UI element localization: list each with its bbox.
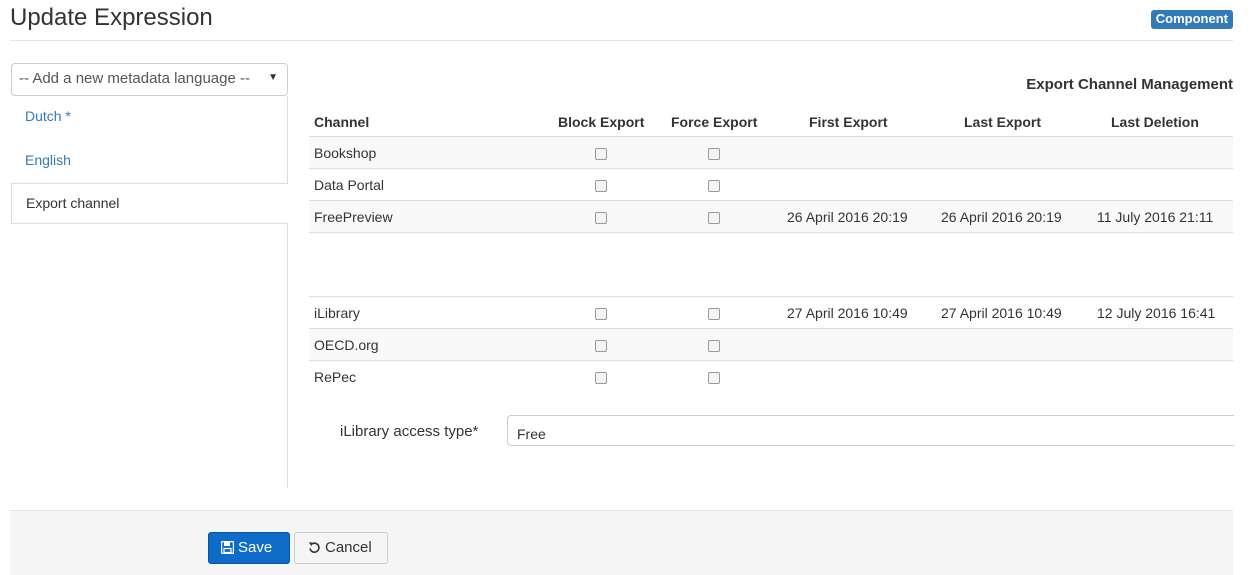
channel-name: iLibrary (314, 305, 360, 321)
block-export-checkbox[interactable] (595, 308, 607, 320)
first-export-date: 27 April 2016 10:49 (787, 305, 908, 321)
channel-name: FreePreview (314, 209, 393, 225)
sidebar-panel: Dutch * English (11, 96, 288, 184)
block-export-checkbox[interactable] (595, 180, 607, 192)
first-export-date: 26 April 2016 20:19 (787, 209, 908, 225)
ilibrary-access-type-label: iLibrary access type* (340, 423, 479, 440)
column-header-last-export: Last Export (964, 114, 1042, 130)
metadata-language-select-value: -- Add a new metadata language -- (19, 70, 250, 87)
block-export-checkbox[interactable] (595, 212, 607, 224)
column-header-channel: Channel (314, 114, 370, 130)
table-row: Bookshop (309, 137, 1233, 169)
table-row: FreePreview 26 April 2016 20:19 26 April… (309, 201, 1233, 233)
table-row: Data Portal (309, 169, 1233, 201)
force-export-checkbox[interactable] (708, 180, 720, 192)
last-export-date: 27 April 2016 10:49 (941, 305, 1062, 321)
block-export-checkbox[interactable] (595, 148, 607, 160)
cancel-button-label: Cancel (325, 539, 372, 556)
column-header-block-export: Block Export (558, 114, 645, 130)
column-header-first-export: First Export (809, 114, 888, 130)
caret-down-icon: ▼ (268, 72, 278, 83)
sidebar-border (287, 224, 288, 488)
sidebar-item-export-channel[interactable]: Export channel (11, 184, 288, 224)
save-button[interactable]: Save (208, 532, 290, 564)
export-channel-management-title: Export Channel Management (1026, 76, 1233, 93)
component-badge: Component (1150, 10, 1233, 29)
channel-name: OECD.org (314, 337, 379, 353)
form-footer (10, 510, 1233, 575)
export-channel-table: Channel Block Export Force Export First … (309, 106, 1233, 393)
table-row-empty (309, 233, 1233, 297)
sidebar-item-dutch[interactable]: Dutch * (25, 108, 71, 124)
force-export-checkbox[interactable] (708, 212, 720, 224)
floppy-disk-icon (220, 540, 235, 555)
table-row: RePec (309, 361, 1233, 393)
channel-name: RePec (314, 369, 357, 385)
table-header: Channel Block Export Force Export First … (309, 106, 1233, 137)
force-export-checkbox[interactable] (708, 308, 720, 320)
undo-icon (308, 542, 320, 553)
column-header-last-deletion: Last Deletion (1111, 114, 1199, 130)
last-export-date: 26 April 2016 20:19 (941, 209, 1062, 225)
last-deletion-date: 11 July 2016 21:11 (1097, 209, 1214, 225)
column-header-force-export: Force Export (671, 114, 758, 130)
last-deletion-date: 12 July 2016 16:41 (1097, 305, 1216, 321)
force-export-checkbox[interactable] (708, 340, 720, 352)
metadata-language-select[interactable]: -- Add a new metadata language -- ▼ (11, 63, 288, 96)
force-export-checkbox[interactable] (708, 372, 720, 384)
ilibrary-access-type-input[interactable] (507, 415, 1234, 446)
channel-name: Data Portal (314, 177, 385, 193)
title-divider (10, 40, 1233, 41)
channel-name: Bookshop (314, 145, 377, 161)
block-export-checkbox[interactable] (595, 372, 607, 384)
save-button-label: Save (238, 539, 273, 556)
cancel-button[interactable]: Cancel (294, 532, 388, 564)
force-export-checkbox[interactable] (708, 148, 720, 160)
sidebar-item-english[interactable]: English (25, 152, 71, 168)
table-row: iLibrary 27 April 2016 10:49 27 April 20… (309, 297, 1233, 329)
table-row: OECD.org (309, 329, 1233, 361)
block-export-checkbox[interactable] (595, 340, 607, 352)
page-title: Update Expression (10, 4, 213, 31)
